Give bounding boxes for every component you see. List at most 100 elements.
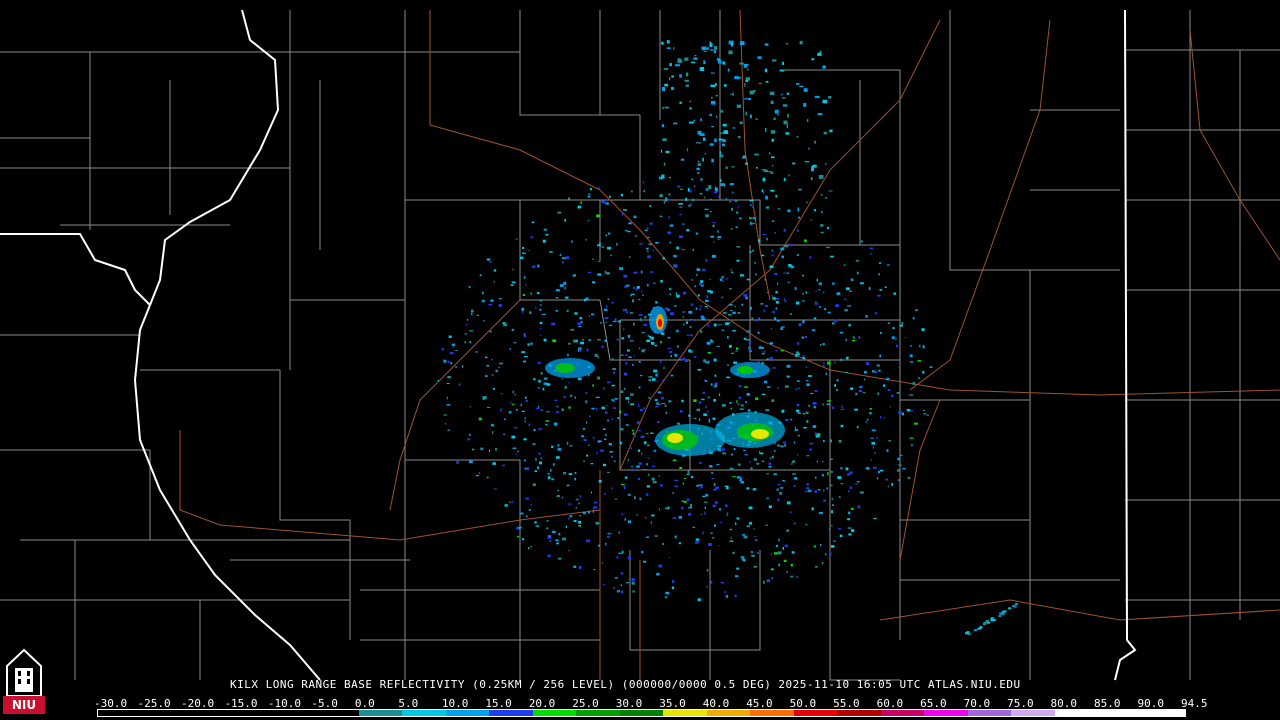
radar-echo-pixel xyxy=(641,290,643,293)
radar-echo-pixel xyxy=(910,345,912,347)
radar-echo-pixel xyxy=(625,354,628,357)
radar-echo-pixel xyxy=(736,104,741,108)
radar-echo-pixel xyxy=(791,353,794,355)
radar-echo-pixel xyxy=(709,41,712,45)
radar-echo-pixel xyxy=(763,192,765,194)
radar-echo-pixel xyxy=(601,562,603,564)
radar-echo-pixel xyxy=(649,222,653,225)
radar-echo-pixel xyxy=(598,479,602,483)
radar-echo-pixel xyxy=(608,195,611,198)
radar-echo-pixel xyxy=(754,536,757,538)
radar-map[interactable] xyxy=(0,0,1280,720)
radar-echo-pixel xyxy=(785,418,789,421)
radar-echo-pixel xyxy=(612,587,616,589)
radar-echo-pixel xyxy=(607,381,611,384)
radar-echo-pixel xyxy=(642,294,644,296)
radar-echo-pixel xyxy=(771,164,774,167)
radar-echo-pixel xyxy=(804,490,808,493)
radar-echo-pixel xyxy=(838,439,842,443)
radar-echo-pixel xyxy=(770,295,775,297)
radar-echo-pixel xyxy=(693,399,697,402)
radar-echo-pixel xyxy=(524,420,526,423)
radar-echo-pixel xyxy=(633,286,635,289)
radar-echo-pixel xyxy=(606,536,610,538)
colorscale-segment xyxy=(98,710,142,716)
radar-echo-pixel xyxy=(456,460,459,464)
radar-echo-pixel xyxy=(503,433,506,435)
radar-echo-pixel xyxy=(755,397,759,401)
radar-echo-pixel xyxy=(464,341,466,344)
colorscale-segment xyxy=(489,710,533,716)
radar-echo-pixel xyxy=(922,345,925,349)
radar-echo-pixel xyxy=(659,194,663,198)
radar-echo-pixel xyxy=(807,119,809,122)
radar-echo-pixel xyxy=(719,393,721,397)
radar-echo-pixel xyxy=(535,407,540,410)
radar-echo-pixel xyxy=(814,140,817,144)
radar-echo-pixel xyxy=(543,338,547,342)
radar-echo-pixel xyxy=(749,90,755,95)
radar-echo-pixel xyxy=(669,287,672,291)
radar-echo-pixel xyxy=(796,403,800,407)
radar-echo-pixel xyxy=(580,341,584,345)
radar-echo-pixel xyxy=(597,339,601,341)
radar-echo-pixel xyxy=(649,271,654,273)
radar-echo-pixel xyxy=(742,533,745,536)
radar-echo-pixel xyxy=(818,174,824,179)
radar-echo-pixel xyxy=(827,361,831,365)
radar-echo-pixel xyxy=(569,514,573,518)
radar-echo-pixel xyxy=(778,483,781,486)
radar-echo-pixel xyxy=(775,298,780,300)
radar-echo-pixel xyxy=(850,278,854,282)
radar-echo-pixel xyxy=(606,272,610,275)
radar-echo-pixel xyxy=(736,246,741,248)
radar-echo-pixel xyxy=(696,142,701,144)
radar-echo-pixel xyxy=(694,185,696,187)
radar-echo-pixel xyxy=(566,441,569,445)
radar-echo-pixel xyxy=(578,525,582,527)
radar-echo-pixel xyxy=(511,281,516,284)
radar-echo-pixel xyxy=(854,483,859,485)
radar-echo-pixel xyxy=(632,429,635,432)
radar-echo-pixel xyxy=(621,212,624,216)
radar-echo-pixel xyxy=(735,522,737,525)
radar-echo-pixel xyxy=(585,392,588,394)
radar-echo-pixel xyxy=(710,49,714,51)
radar-echo-pixel xyxy=(879,469,884,472)
radar-echo-pixel xyxy=(817,52,822,56)
radar-echo-pixel xyxy=(511,328,515,332)
radar-echo-pixel xyxy=(697,294,700,297)
radar-echo-pixel xyxy=(704,501,708,504)
radar-echo-pixel xyxy=(860,385,863,389)
radar-echo-pixel xyxy=(652,282,656,284)
radar-echo-pixel xyxy=(627,493,631,496)
radar-echo-pixel xyxy=(806,201,808,203)
radar-echo-pixel xyxy=(638,449,641,452)
radar-echo-pixel xyxy=(559,254,562,257)
radar-echo-pixel xyxy=(700,280,704,283)
radar-echo-pixel xyxy=(821,211,823,214)
radar-echo-pixel xyxy=(856,271,859,275)
radar-echo-pixel xyxy=(678,516,683,519)
radar-echo-pixel xyxy=(441,348,444,351)
radar-echo-pixel xyxy=(486,365,489,367)
radar-echo-pixel xyxy=(597,440,602,442)
radar-echo-pixel xyxy=(786,375,790,378)
radar-echo-pixel xyxy=(523,360,526,363)
radar-echo-pixel xyxy=(718,324,722,326)
radar-echo-pixel xyxy=(618,531,620,534)
radar-echo-pixel xyxy=(590,188,592,191)
radar-echo-pixel xyxy=(752,488,757,491)
radar-echo-pixel xyxy=(707,324,710,327)
radar-echo-pixel xyxy=(734,594,737,597)
radar-echo-pixel xyxy=(763,309,766,312)
radar-echo-pixel xyxy=(446,396,448,400)
radar-echo-pixel xyxy=(646,236,650,239)
radar-echo-pixel xyxy=(650,336,654,340)
radar-echo-pixel xyxy=(656,572,660,576)
radar-echo-pixel xyxy=(471,309,474,313)
radar-echo-pixel xyxy=(793,441,796,444)
radar-echo-pixel xyxy=(546,527,549,530)
radar-echo-pixel xyxy=(832,406,834,409)
radar-echo-pixel xyxy=(795,388,798,391)
